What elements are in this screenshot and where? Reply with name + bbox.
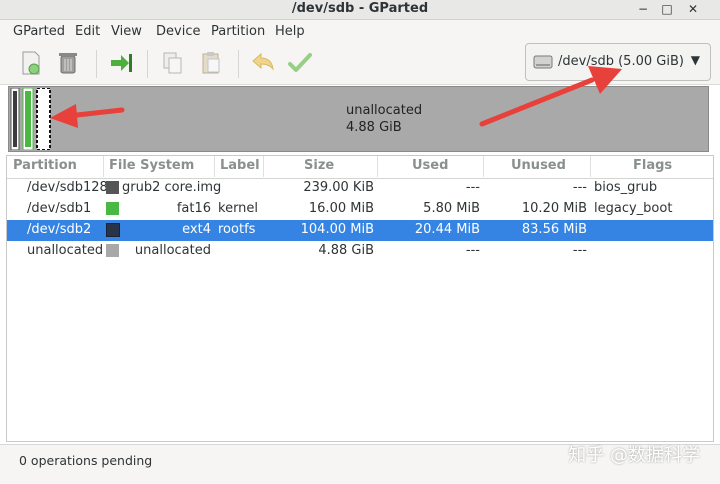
toolbar-separator [96,50,97,78]
table-row[interactable]: /dev/sdb1 fat16 kernel 16.00 MiB 5.80 Mi… [7,199,713,220]
cell-used: --- [465,243,480,258]
cell-size: 239.00 KiB [303,180,374,195]
window-title: /dev/sdb - GParted [291,1,429,16]
cell-fs: ext4 [182,222,211,237]
menu-view[interactable]: View [111,24,142,39]
partition-table: Partition File System Label Size Used Un… [6,155,714,442]
cell-size: 16.00 MiB [308,201,374,216]
cell-label: kernel [218,201,259,216]
header-label[interactable]: Label [220,158,260,176]
menu-edit[interactable]: Edit [75,24,100,39]
device-selector-label: /dev/sdb (5.00 GiB) [558,54,684,69]
fs-color-swatch [106,223,120,237]
close-button[interactable]: ✕ [683,0,703,19]
disk-map-unallocated: unallocated 4.88 GiB [346,102,422,136]
cell-partition: /dev/sdb1 [27,201,92,216]
cell-partition: /dev/sdb128 [27,180,108,195]
new-partition-icon[interactable] [18,50,44,76]
menu-device[interactable]: Device [156,24,200,39]
cell-label: rootfs [218,222,256,237]
paste-icon[interactable] [198,50,224,76]
dropdown-arrow-icon: ▼ [690,53,700,67]
toolbar-separator [238,50,239,78]
menu-gparted[interactable]: GParted [13,24,65,39]
toolbar-separator [147,50,148,78]
minimize-button[interactable]: − [633,0,653,19]
fs-color-swatch [106,202,119,215]
undo-icon[interactable] [250,50,276,76]
header-file-system[interactable]: File System [109,158,194,176]
header-used[interactable]: Used [412,158,448,176]
table-row[interactable]: unallocated unallocated 4.88 GiB --- --- [7,241,713,262]
fs-color-swatch [106,181,119,194]
cell-fs: fat16 [176,201,211,216]
table-header: Partition File System Label Size Used Un… [7,156,713,179]
cell-partition: /dev/sdb2 [27,222,92,237]
menu-help[interactable]: Help [275,24,305,39]
menu-partition[interactable]: Partition [211,24,265,39]
cell-unused: --- [572,243,587,258]
cell-flags: bios_grub [594,180,658,195]
maximize-button[interactable]: □ [657,0,677,19]
menu-bar: GParted Edit View Device Partition Help [0,20,720,44]
header-size[interactable]: Size [304,158,334,176]
cell-used: --- [465,180,480,195]
cell-partition: unallocated [27,243,104,258]
cell-unused: --- [572,180,587,195]
cell-used: 20.44 MiB [414,222,480,237]
resize-move-icon[interactable] [108,50,134,76]
header-unused[interactable]: Unused [511,158,566,176]
cell-flags: legacy_boot [594,201,673,216]
device-selector[interactable]: /dev/sdb (5.00 GiB) ▼ [525,43,711,81]
hard-disk-icon [533,55,553,69]
delete-icon[interactable] [55,50,81,76]
cell-size: 4.88 GiB [318,243,374,258]
copy-icon[interactable] [160,50,186,76]
cell-fs: unallocated [134,243,211,258]
apply-icon[interactable] [287,50,313,76]
title-bar: /dev/sdb - GParted − □ ✕ [0,0,720,20]
table-row-selected[interactable]: /dev/sdb2 ext4 rootfs 104.00 MiB 20.44 M… [7,220,713,241]
cell-used: 5.80 MiB [423,201,480,216]
status-text: 0 operations pending [19,453,153,468]
disk-map-partitions [10,88,51,150]
cell-unused: 83.56 MiB [521,222,587,237]
unallocated-size: 4.88 GiB [346,120,402,135]
cell-size: 104.00 MiB [300,222,374,237]
cell-fs: grub2 core.img [122,180,222,195]
header-flags[interactable]: Flags [633,158,672,176]
unallocated-label: unallocated [346,103,423,118]
header-partition[interactable]: Partition [13,158,77,176]
table-row[interactable]: /dev/sdb128 grub2 core.img 239.00 KiB --… [7,178,713,199]
fs-color-swatch [106,244,119,257]
cell-unused: 10.20 MiB [521,201,587,216]
watermark: 知乎 @数据科学 [568,445,700,466]
